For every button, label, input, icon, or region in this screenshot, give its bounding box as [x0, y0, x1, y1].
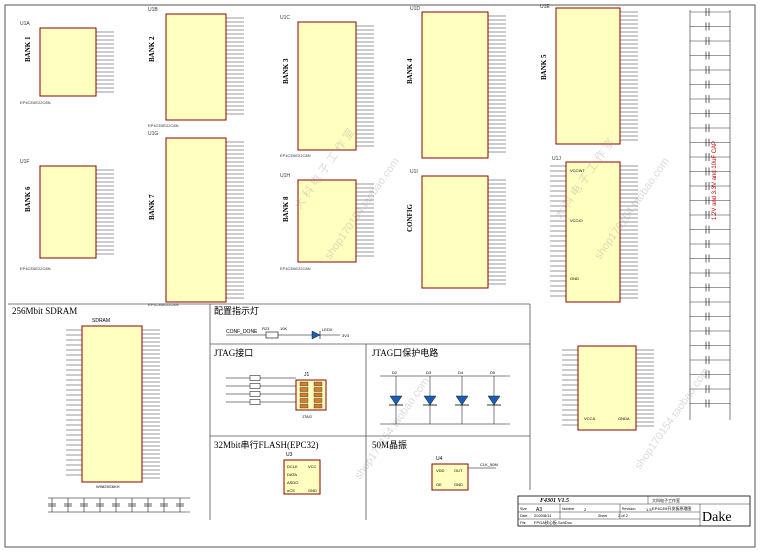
jtag-pin [313, 381, 323, 387]
tb-revision-label: Revision [622, 507, 635, 511]
tb-date-label: Date [520, 514, 527, 518]
tb-sheet: 2 of 2 [618, 513, 629, 518]
jtag-pin [299, 392, 309, 398]
jtag-pin [313, 398, 323, 403]
gnd-chip-gnda: GNDA [618, 416, 630, 421]
tvs-diode-label: D3 [426, 370, 432, 375]
config-ref: U1I [410, 169, 418, 175]
power-chip-ref: U1J [552, 156, 561, 162]
power-chip-gnd: GND [570, 276, 579, 281]
bank-6-ref: U1F [20, 159, 29, 165]
led-res-label: R23 [262, 326, 270, 331]
bank-3-part: EP4CE6E22C8N [280, 153, 311, 158]
bank-7-ref: U1G [148, 131, 158, 137]
power-chip-vccio: VCCIO [570, 218, 583, 223]
tb-number-label: Number [562, 507, 575, 511]
jtag-header-ref: J1 [304, 372, 310, 378]
bank-5-label: BANK 5 [540, 54, 548, 80]
tb-revision: 1.5 [646, 507, 652, 512]
bank-8-ref: U1H [280, 173, 290, 179]
bank-2-label: BANK 2 [148, 36, 156, 62]
bank-2-part: EP4CE6E22C8N [148, 123, 179, 128]
bank-3-label: BANK 3 [282, 58, 290, 84]
jtag-pin [313, 387, 323, 392]
jtag-pin [299, 403, 309, 409]
osc-clk-net: CLK_50M [480, 462, 498, 467]
flash-pin-asdo: ASDO [287, 480, 298, 485]
osc-pin-out: OUT [454, 468, 463, 473]
jtag-header-label: JTAG [302, 414, 312, 419]
flash-chip-ref: U3 [286, 452, 293, 458]
bank-5-ref: U1E [540, 4, 550, 10]
sdram-chip-part: W9825G6KH [96, 484, 120, 489]
bank-3-ref: U1C [280, 15, 290, 21]
flash-pin-dclk: DCLK [287, 464, 298, 469]
led-rail: 3V3 [342, 333, 350, 338]
tb-file-label: File [520, 521, 526, 525]
jtag-pin [313, 392, 323, 398]
tvs-diode-label: D2 [392, 370, 398, 375]
config-label: CONFIG [406, 203, 414, 232]
osc-pin-vdd: VDD [436, 468, 445, 473]
title-block: F4301 V1.5 大科电子工作室 EP4CE6开发板原理图 Size A3 … [517, 495, 751, 527]
bank-7-part: EP4CE6E22C8N [148, 302, 179, 307]
title-block-company: 大科电子工作室 [652, 497, 680, 503]
flash-pin-gnd: GND [308, 488, 317, 493]
bank-8-part: EP4CE6E22C8N [280, 266, 311, 271]
osc-pin-gnd: GND [454, 482, 463, 487]
caps-note: 1.2V and 3.3V and 10uF CAP [712, 141, 718, 220]
jtag-resistor [249, 375, 261, 381]
tvs-diode-label: D5 [490, 370, 496, 375]
bank-4-ref: U1D [410, 6, 420, 12]
jtag-protect-section-title: JTAG口保护电路 [372, 347, 438, 358]
tb-file: FPGA核心板.SchDoc [534, 519, 572, 525]
title-block-title: F4301 V1.5 [540, 498, 569, 504]
title-block-subtitle: EP4CE6开发板原理图 [652, 505, 691, 511]
schematic-sheet: BANK 1 U1A EP4CE6E22C8N BANK 6 U1F EP4CE… [0, 0, 760, 552]
jtag-section-title: JTAG接口 [214, 347, 253, 358]
jtag-pin [299, 387, 309, 392]
tb-date: 2020/8/11 [534, 513, 552, 518]
jtag-resistor [249, 399, 261, 405]
flash-pin-vcc: VCC [308, 464, 317, 469]
bank-6-label: BANK 6 [24, 186, 32, 212]
gnd-chip-symbol: VCCA GNDA [577, 345, 637, 431]
title-block-brand: Dake [702, 510, 732, 525]
flash-pin-data: DATA [287, 472, 297, 477]
osc-ref: U4 [436, 456, 443, 462]
tvs-diode-label: D4 [458, 370, 464, 375]
tb-sheet-label: Sheet [598, 514, 607, 518]
bank-2-ref: U1B [148, 7, 158, 13]
flash-section-title: 32Mbit串行FLASH(EPC32) [214, 439, 319, 450]
jtag-resistor [249, 383, 261, 389]
flash-pin-ncs: nCS [287, 488, 295, 493]
jtag-resistor [249, 391, 261, 397]
gnd-chip-vcca: VCCA [584, 416, 595, 421]
osc-pin-oe: OE [436, 482, 442, 487]
bank-1-ref: U1A [20, 21, 30, 27]
sdram-chip: SDRAM W9825G6KH [81, 318, 143, 489]
jtag-pin [299, 381, 309, 387]
led-res-value: 10K [280, 326, 287, 331]
sdram-chip-label: SDRAM [92, 318, 110, 324]
jtag-pin [299, 398, 309, 403]
led-section-title: 配置指示灯 [214, 305, 259, 316]
bank-7-label: BANK 7 [148, 194, 156, 220]
led-net-label: CONF_DONE [226, 329, 258, 335]
jtag-pin [313, 403, 323, 409]
led-label: LED0 [322, 327, 333, 332]
sdram-section-title: 256Mbit SDRAM [12, 306, 77, 316]
bank-4-label: BANK 4 [406, 58, 414, 84]
tb-size-label: Size [520, 507, 527, 511]
bank-8-label: BANK 8 [282, 196, 290, 222]
bank-1-part: EP4CE6E22C8N [20, 100, 51, 105]
bank-6-part: EP4CE6E22C8N [20, 266, 51, 271]
bank-1-label: BANK 1 [24, 36, 32, 62]
